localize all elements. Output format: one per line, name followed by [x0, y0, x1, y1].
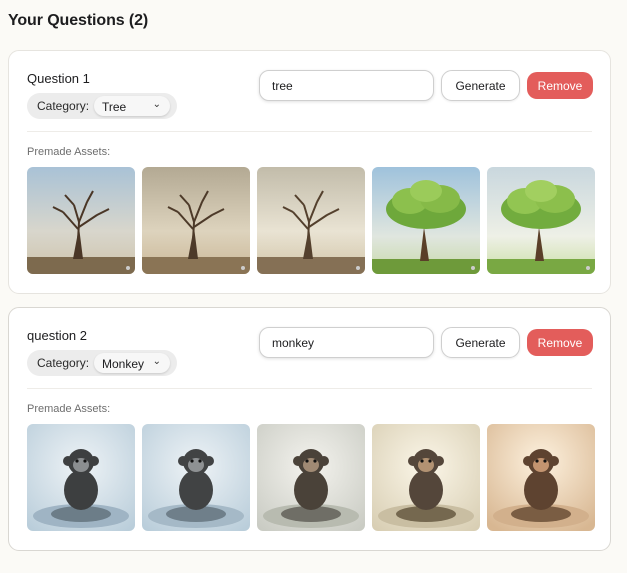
asset-thumbnail-monkey[interactable] [142, 424, 250, 531]
divider [27, 131, 592, 132]
remove-button[interactable]: Remove [527, 72, 593, 99]
question-title: Question 1 [27, 71, 90, 86]
premade-assets-label: Premade Assets: [27, 403, 111, 415]
category-label: Category: [37, 99, 90, 113]
asset-thumbnail-green-tree[interactable] [372, 167, 480, 274]
category-select[interactable]: Monkey ⌄ [94, 353, 170, 373]
asset-list [27, 424, 595, 531]
prompt-input[interactable] [259, 327, 434, 358]
generate-button[interactable]: Generate [441, 327, 520, 358]
category-value: Monkey [102, 357, 145, 371]
question-card-1: Question 1 Category: Tree ⌄ Generate Rem… [8, 50, 611, 294]
page-title: Your Questions (2) [8, 12, 149, 29]
premade-assets-label: Premade Assets: [27, 146, 111, 158]
asset-thumbnail-green-tree[interactable] [487, 167, 595, 274]
category-label: Category: [37, 356, 90, 370]
asset-thumbnail-monkey[interactable] [372, 424, 480, 531]
generate-button[interactable]: Generate [441, 70, 520, 101]
asset-thumbnail-monkey[interactable] [487, 424, 595, 531]
category-value: Tree [102, 100, 127, 114]
question-card-2: question 2 Category: Monkey ⌄ Generate R… [8, 307, 611, 551]
prompt-input[interactable] [259, 70, 434, 101]
asset-thumbnail-bare-tree[interactable] [27, 167, 135, 274]
asset-list [27, 167, 595, 274]
chevron-down-icon: ⌄ [152, 356, 161, 367]
category-select[interactable]: Tree ⌄ [94, 96, 170, 116]
remove-button[interactable]: Remove [527, 329, 593, 356]
asset-thumbnail-bare-tree[interactable] [257, 167, 365, 274]
category-control: Category: Tree ⌄ [27, 93, 177, 119]
question-title: question 2 [27, 328, 87, 343]
asset-thumbnail-monkey[interactable] [257, 424, 365, 531]
divider [27, 388, 592, 389]
asset-thumbnail-monkey[interactable] [27, 424, 135, 531]
chevron-down-icon: ⌄ [152, 99, 161, 110]
category-control: Category: Monkey ⌄ [27, 350, 177, 376]
asset-thumbnail-bare-tree[interactable] [142, 167, 250, 274]
